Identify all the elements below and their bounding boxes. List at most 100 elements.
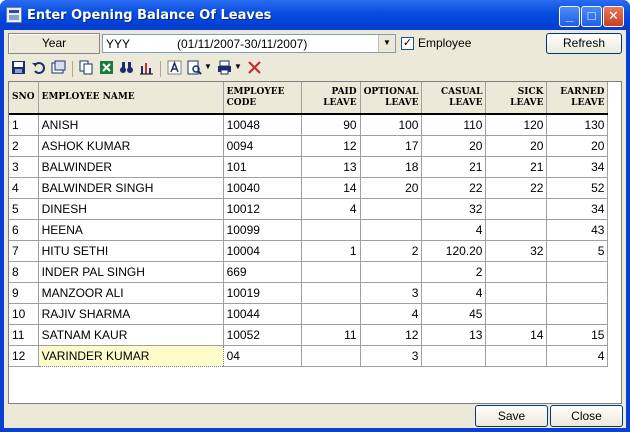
cell-paid-leave[interactable]: 14 (301, 177, 361, 199)
save-icon[interactable] (10, 60, 27, 77)
close-button[interactable]: Close (550, 405, 623, 427)
column-header-optional-leave[interactable]: OPTIONAL LEAVE (360, 82, 423, 115)
leave-balance-grid[interactable]: SNO EMPLOYEE NAME EMPLOYEE CODE PAID LEA… (8, 81, 622, 404)
excel-icon[interactable] (98, 60, 115, 77)
cell-paid-leave[interactable] (301, 345, 361, 367)
preview-icon[interactable] (186, 60, 203, 77)
title-bar[interactable]: Enter Opening Balance Of Leaves _ □ ✕ (0, 0, 630, 30)
cell-paid-leave[interactable] (301, 261, 361, 283)
column-header-sick-leave[interactable]: SICK LEAVE (485, 82, 548, 115)
cell-employee-code[interactable]: 10004 (223, 240, 302, 262)
cell-sick-leave[interactable] (485, 261, 548, 283)
cell-casual-leave[interactable]: 2 (421, 261, 487, 283)
font-icon[interactable] (166, 60, 183, 77)
cell-sno[interactable]: 3 (9, 156, 39, 178)
cell-sick-leave[interactable]: 21 (485, 156, 548, 178)
cell-paid-leave[interactable] (301, 303, 361, 325)
cell-employee-name[interactable]: VARINDER KUMAR (37, 344, 224, 367)
close-window-button[interactable]: ✕ (603, 6, 624, 27)
cell-optional-leave[interactable]: 2 (360, 240, 423, 262)
cell-optional-leave[interactable] (360, 219, 423, 241)
cell-employee-code[interactable]: 10012 (223, 198, 302, 220)
cell-sno[interactable]: 2 (9, 135, 39, 157)
cell-employee-name[interactable]: MANZOOR ALI (38, 282, 224, 304)
cell-optional-leave[interactable]: 17 (360, 135, 423, 157)
cell-sno[interactable]: 10 (9, 303, 39, 325)
cell-optional-leave[interactable]: 3 (360, 345, 423, 367)
cell-sick-leave[interactable]: 120 (485, 114, 548, 136)
cell-sno[interactable]: 9 (9, 282, 39, 304)
cell-optional-leave[interactable] (360, 198, 423, 220)
cell-optional-leave[interactable]: 100 (360, 114, 423, 136)
cell-employee-name[interactable]: RAJIV SHARMA (38, 303, 224, 325)
cell-employee-code[interactable]: 0094 (223, 135, 302, 157)
cell-optional-leave[interactable]: 3 (360, 282, 423, 304)
cell-employee-name[interactable]: ANISH (38, 114, 224, 136)
undo-icon[interactable] (30, 60, 47, 77)
cell-earned-leave[interactable]: 15 (546, 324, 609, 346)
cell-earned-leave[interactable]: 4 (546, 345, 609, 367)
cell-casual-leave[interactable]: 13 (421, 324, 487, 346)
cell-sick-leave[interactable]: 14 (485, 324, 548, 346)
table-row[interactable]: 5 DINESH 10012 4 32 34 (9, 198, 609, 220)
employee-checkbox[interactable]: ✓ (401, 37, 414, 50)
cell-sno[interactable]: 4 (9, 177, 39, 199)
printer-icon[interactable] (216, 60, 233, 77)
cell-sno[interactable]: 5 (9, 198, 39, 220)
cell-paid-leave[interactable]: 1 (301, 240, 361, 262)
cell-casual-leave[interactable] (421, 345, 487, 367)
cell-optional-leave[interactable] (360, 261, 423, 283)
cell-paid-leave[interactable]: 12 (301, 135, 361, 157)
cell-paid-leave[interactable] (301, 219, 361, 241)
cell-employee-code[interactable]: 10099 (223, 219, 302, 241)
table-row[interactable]: 3 BALWINDER 101 13 18 21 21 34 (9, 156, 609, 178)
table-row[interactable]: 10 RAJIV SHARMA 10044 4 45 (9, 303, 609, 325)
minimize-button[interactable]: _ (559, 6, 580, 27)
column-header-employee-code[interactable]: EMPLOYEE CODE (223, 82, 302, 115)
table-row[interactable]: 2 ASHOK KUMAR 0094 12 17 20 20 20 (9, 135, 609, 157)
column-header-paid-leave[interactable]: PAID LEAVE (301, 82, 361, 115)
cell-paid-leave[interactable]: 90 (301, 114, 361, 136)
copy-icon[interactable] (78, 60, 95, 77)
cell-sno[interactable]: 7 (9, 240, 39, 262)
column-header-casual-leave[interactable]: CASUAL LEAVE (421, 82, 487, 115)
cell-sno[interactable]: 12 (9, 345, 39, 367)
cell-sick-leave[interactable] (485, 219, 548, 241)
cell-casual-leave[interactable]: 4 (421, 282, 487, 304)
cell-casual-leave[interactable]: 22 (421, 177, 487, 199)
table-row[interactable]: 4 BALWINDER SINGH 10040 14 20 22 22 52 (9, 177, 609, 199)
table-row[interactable]: 6 HEENA 10099 4 43 (9, 219, 609, 241)
cell-sno[interactable]: 8 (9, 261, 39, 283)
find-icon[interactable] (118, 60, 135, 77)
cell-employee-code[interactable]: 10040 (223, 177, 302, 199)
refresh-button[interactable]: Refresh (546, 33, 622, 54)
cell-sick-leave[interactable]: 32 (485, 240, 548, 262)
cell-employee-code[interactable]: 10048 (223, 114, 302, 136)
cell-earned-leave[interactable]: 34 (546, 198, 609, 220)
cell-sick-leave[interactable] (485, 345, 548, 367)
cell-earned-leave[interactable]: 5 (546, 240, 609, 262)
delete-icon[interactable] (246, 60, 263, 77)
cell-optional-leave[interactable]: 18 (360, 156, 423, 178)
cell-sick-leave[interactable] (485, 282, 548, 304)
cell-paid-leave[interactable]: 11 (301, 324, 361, 346)
cell-casual-leave[interactable]: 110 (421, 114, 487, 136)
cell-optional-leave[interactable]: 12 (360, 324, 423, 346)
cell-earned-leave[interactable] (546, 303, 609, 325)
cell-sick-leave[interactable]: 22 (485, 177, 548, 199)
cell-sick-leave[interactable] (485, 198, 548, 220)
cell-employee-code[interactable]: 10052 (223, 324, 302, 346)
cell-sick-leave[interactable]: 20 (485, 135, 548, 157)
column-header-earned-leave[interactable]: EARNED LEAVE (546, 82, 609, 115)
cell-casual-leave[interactable]: 21 (421, 156, 487, 178)
cell-earned-leave[interactable]: 43 (546, 219, 609, 241)
cell-employee-name[interactable]: BALWINDER SINGH (38, 177, 224, 199)
save-button[interactable]: Save (475, 405, 548, 427)
cell-earned-leave[interactable]: 52 (546, 177, 609, 199)
table-row[interactable]: 12 VARINDER KUMAR 04 3 4 (9, 344, 609, 367)
cell-earned-leave[interactable]: 34 (546, 156, 609, 178)
table-row[interactable]: 1 ANISH 10048 90 100 110 120 130 (9, 114, 609, 136)
chart-icon[interactable] (138, 60, 155, 77)
cell-employee-code[interactable]: 04 (223, 345, 302, 367)
table-row[interactable]: 7 HITU SETHI 10004 1 2 120.20 32 5 (9, 240, 609, 262)
